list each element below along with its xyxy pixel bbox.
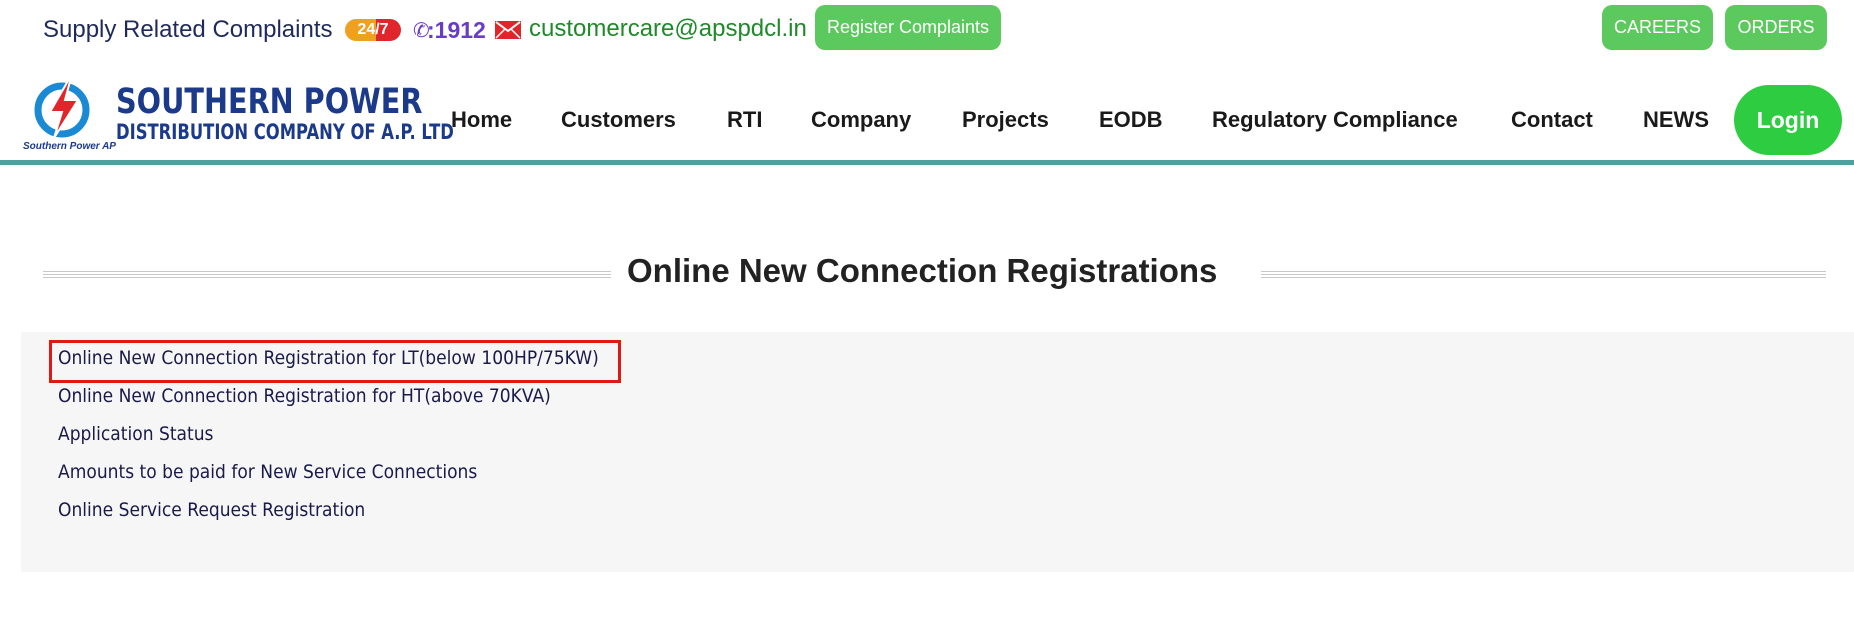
power-bolt-logo-icon — [34, 73, 90, 139]
phone-number[interactable]: :1912 — [427, 17, 486, 44]
register-complaints-button[interactable]: Register Complaints — [815, 5, 1001, 50]
logo-line2: DISTRIBUTION COMPANY OF A.P. LTD — [116, 120, 454, 144]
nav-item-news[interactable]: NEWS — [1643, 107, 1709, 133]
nav-item-regulatory-compliance[interactable]: Regulatory Compliance — [1212, 107, 1458, 133]
nav-item-rti[interactable]: RTI — [727, 107, 762, 133]
careers-button[interactable]: CAREERS — [1602, 5, 1713, 50]
badge-247-icon: 24/7 — [345, 19, 401, 41]
section-heading: Online New Connection Registrations — [43, 252, 1826, 292]
nav-item-contact[interactable]: Contact — [1511, 107, 1593, 133]
orders-button[interactable]: ORDERS — [1725, 5, 1827, 50]
link-amounts-to-pay[interactable]: Amounts to be paid for New Service Conne… — [58, 461, 477, 483]
nav-item-projects[interactable]: Projects — [962, 107, 1049, 133]
mail-icon — [495, 21, 521, 39]
nav-item-company[interactable]: Company — [811, 107, 911, 133]
nav-item-eodb[interactable]: EODB — [1099, 107, 1163, 133]
nav-item-customers[interactable]: Customers — [561, 107, 676, 133]
logo-tagline: Southern Power AP — [23, 141, 116, 152]
registration-links-panel: Online New Connection Registration for L… — [21, 332, 1854, 572]
login-button[interactable]: Login — [1734, 85, 1842, 155]
top-bar: Supply Related Complaints 24/7 ✆ :1912 c… — [0, 0, 1854, 56]
link-lt-registration[interactable]: Online New Connection Registration for L… — [58, 347, 599, 369]
heading-rule-left — [43, 269, 611, 278]
nav-item-home[interactable]: Home — [451, 107, 512, 133]
supply-complaints-label: Supply Related Complaints — [43, 16, 333, 43]
logo-line1: SOUTHERN POWER — [116, 82, 423, 122]
link-service-request[interactable]: Online Service Request Registration — [58, 499, 365, 521]
customer-care-email-link[interactable]: customercare@apspdcl.in — [529, 15, 807, 43]
page-title: Online New Connection Registrations — [627, 252, 1218, 289]
company-logo[interactable]: SOUTHERN POWER DISTRIBUTION COMPANY OF A… — [20, 68, 454, 152]
nav-divider — [0, 160, 1854, 165]
link-ht-registration[interactable]: Online New Connection Registration for H… — [58, 385, 551, 407]
main-navigation: SOUTHERN POWER DISTRIBUTION COMPANY OF A… — [0, 64, 1854, 160]
heading-rule-right — [1261, 269, 1826, 278]
link-application-status[interactable]: Application Status — [58, 423, 213, 445]
